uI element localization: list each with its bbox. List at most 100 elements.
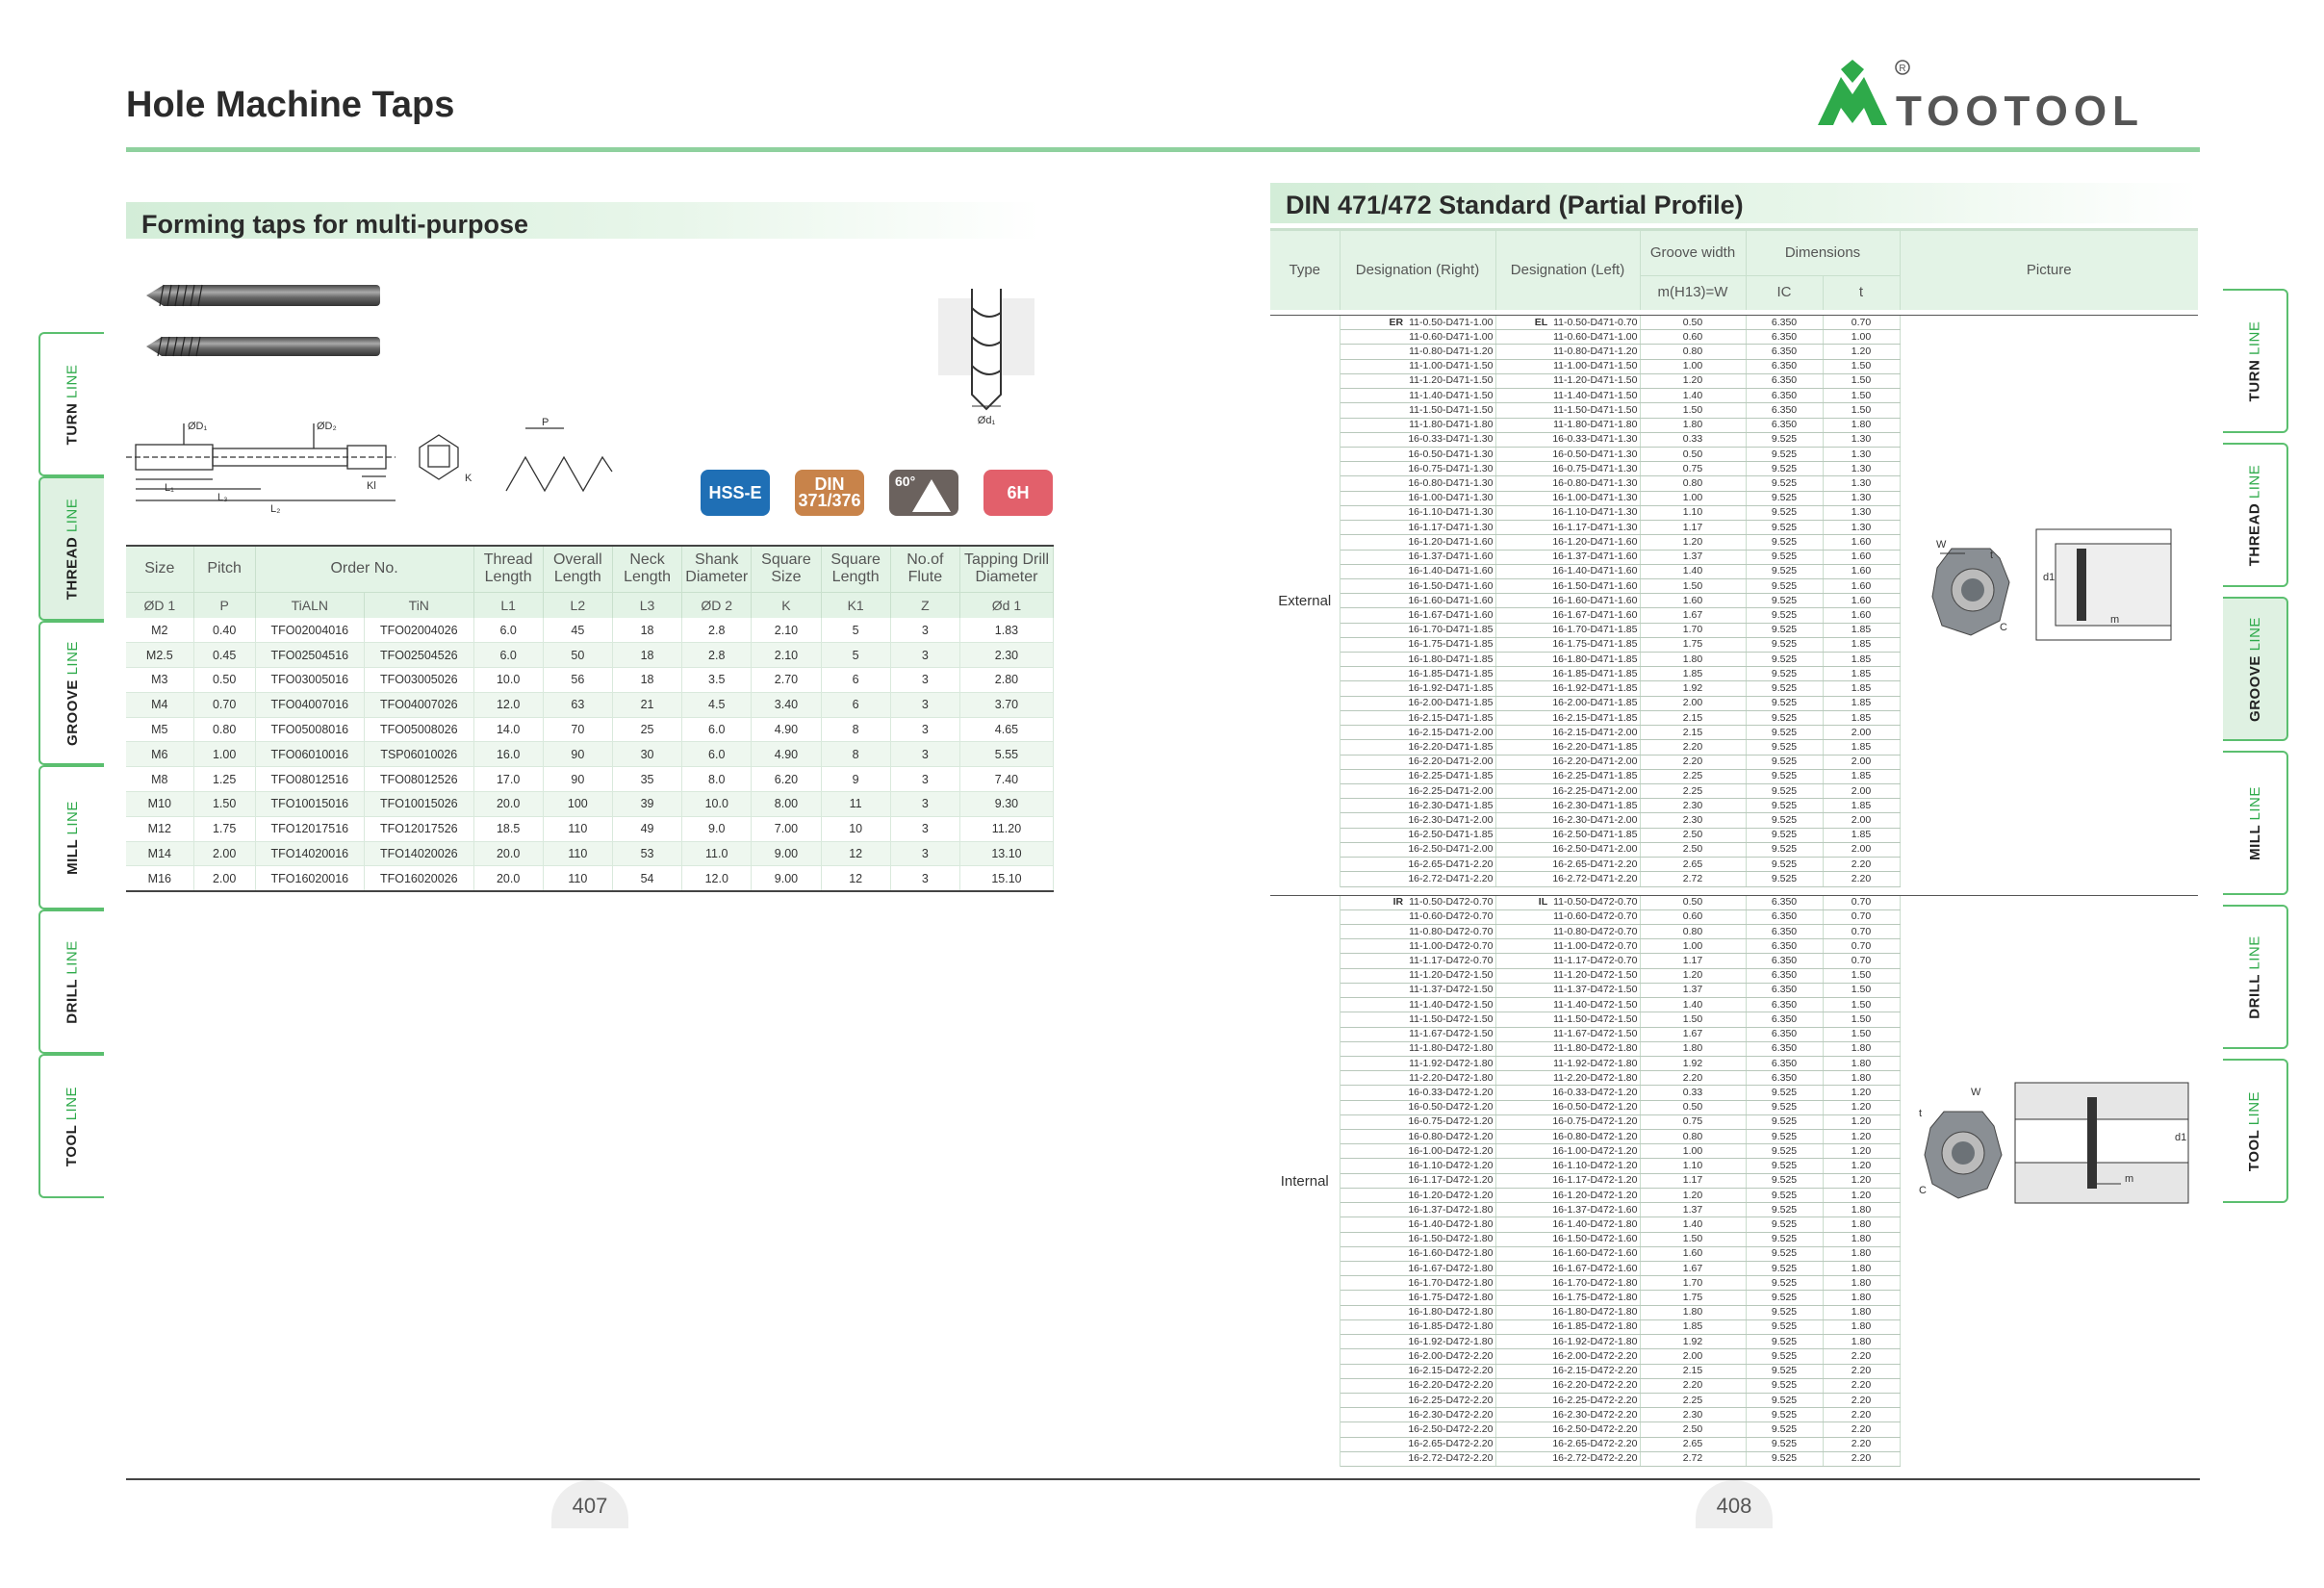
- table-cell: 16-2.00-D472-2.20: [1495, 1348, 1641, 1365]
- tab-thread-line-left[interactable]: THREAD LINE: [38, 476, 104, 621]
- table-cell: 11-1.80-D472-1.80: [1495, 1041, 1641, 1057]
- table-cell: M8: [126, 766, 194, 793]
- header-rule: [126, 147, 2200, 152]
- tab-turn-line-left[interactable]: TURN LINE: [38, 332, 104, 476]
- tab-thread-line-right[interactable]: THREAD LINE: [2223, 443, 2288, 587]
- tab-drill-line-right[interactable]: DRILL LINE: [2223, 905, 2288, 1049]
- table-cell: 1.92: [1640, 1056, 1747, 1072]
- table-cell: 1.00: [1823, 329, 1901, 346]
- table-cell: 0.70: [1823, 315, 1901, 331]
- table-cell: 1.00: [1640, 359, 1747, 374]
- designation-prefix: IR: [1392, 896, 1404, 909]
- table-cell: 9.525: [1746, 623, 1824, 638]
- table-cell: 1.30: [1823, 447, 1901, 463]
- table-cell: 10: [821, 816, 891, 842]
- table-cell: 1.20: [1640, 373, 1747, 390]
- table-cell: 2.10: [751, 642, 822, 669]
- table-cell: 16-0.80-D471-1.30: [1340, 475, 1496, 492]
- table-cell: 16-2.30-D471-2.00: [1340, 812, 1496, 829]
- table-cell: 16-1.40-D472-1.80: [1495, 1217, 1641, 1233]
- footer-rule: [126, 1478, 2200, 1480]
- table-cell: 2.00: [1640, 1348, 1747, 1365]
- table-cell: 1.80: [1640, 652, 1747, 668]
- table-cell: 1.30: [1823, 475, 1901, 492]
- table-cell: 16-1.85-D472-1.80: [1495, 1319, 1641, 1336]
- table-cell: 1.80: [1823, 1275, 1901, 1292]
- table-cell: 3: [890, 816, 960, 842]
- table-cell: 16-1.50-D471-1.60: [1495, 578, 1641, 595]
- table-cell: TFO06010016: [255, 741, 366, 768]
- table-cell: 0.70: [1823, 953, 1901, 969]
- tab-tool-line-left[interactable]: TOOL LINE: [38, 1054, 104, 1198]
- table-cell: 2.20: [1823, 1437, 1901, 1452]
- table-cell: 16-1.17-D471-1.30: [1495, 520, 1641, 536]
- table-cell: 16-0.80-D472-1.20: [1340, 1129, 1496, 1145]
- designation-value: 11-0.50-D471-1.00: [1409, 316, 1494, 328]
- table-cell: 1.37: [1640, 1202, 1747, 1218]
- table-cell: 16-1.80-D472-1.80: [1340, 1305, 1496, 1320]
- table-cell: 13.10: [959, 841, 1055, 867]
- table-row: M3 0.50 TFO03005016 TFO03005026 10.0 56 18 3.5 2…: [126, 667, 1055, 693]
- table-cell: 1.70: [1640, 1275, 1747, 1292]
- tab-turn-line-right[interactable]: TURN LINE: [2223, 289, 2288, 433]
- table-cell: 16-1.10-D471-1.30: [1340, 505, 1496, 522]
- table-cell: 11-1.67-D472-1.50: [1340, 1027, 1496, 1042]
- table-cell: 16-2.25-D472-2.20: [1340, 1393, 1496, 1409]
- tab-drill-line-left[interactable]: DRILL LINE: [38, 909, 104, 1054]
- table-cell: 110: [543, 816, 613, 842]
- table-cell: 1.60: [1823, 607, 1901, 624]
- tab-groove-line-right[interactable]: GROOVE LINE: [2223, 597, 2288, 741]
- table-cell: 2.80: [959, 667, 1055, 693]
- table-cell: TFO10015026: [364, 791, 474, 817]
- table-cell: 16-1.67-D472-1.80: [1340, 1261, 1496, 1277]
- table-row: M8 1.25 TFO08012516 TFO08012526 17.0 90 35 8.0 6…: [126, 766, 1055, 793]
- tab-groove-line-left[interactable]: GROOVE LINE: [38, 621, 104, 765]
- table-cell: 16-1.67-D472-1.60: [1495, 1261, 1641, 1277]
- table-cell: 11-0.80-D472-0.70: [1340, 924, 1496, 940]
- table-cell: 16-1.00-D472-1.20: [1495, 1143, 1641, 1160]
- table-cell: 1.17: [1640, 953, 1747, 969]
- table-cell: 6.350: [1746, 315, 1824, 331]
- table-cell: 16-2.50-D472-2.20: [1495, 1422, 1641, 1438]
- table-cell: 9.525: [1746, 491, 1824, 506]
- table-cell: 1.85: [1823, 769, 1901, 785]
- table-cell: 8.00: [751, 791, 822, 817]
- table-cell: 5: [821, 618, 891, 644]
- table-cell: 1.80: [1823, 1232, 1901, 1247]
- table-row: M6 1.00 TFO06010016 TSP06010026 16.0 90 30 6.0 4…: [126, 741, 1055, 768]
- table-cell: 0.33: [1640, 1085, 1747, 1101]
- table-cell: 9.525: [1746, 1275, 1824, 1292]
- badge-6h: 6H: [983, 470, 1053, 516]
- table-cell: 9.525: [1746, 534, 1824, 551]
- table-cell: 16-1.20-D472-1.20: [1495, 1188, 1641, 1204]
- table-cell: 9.525: [1746, 578, 1824, 595]
- table-cell: 70: [543, 717, 613, 743]
- kl-label: Kl: [367, 480, 376, 492]
- table-cell: 11-0.80-D472-0.70: [1495, 924, 1641, 940]
- tab-tool-line-right[interactable]: TOOL LINE: [2223, 1059, 2288, 1203]
- table-cell: 4.5: [681, 692, 753, 718]
- table-cell: 16-2.72-D471-2.20: [1495, 871, 1641, 887]
- table-cell: 9.525: [1746, 812, 1824, 829]
- table-cell: 1.50: [1823, 402, 1901, 419]
- table-cell: 11-1.50-D472-1.50: [1340, 1012, 1496, 1028]
- tab-mill-line-right[interactable]: MILL LINE: [2223, 751, 2288, 895]
- table-cell: 16-2.20-D471-2.00: [1340, 755, 1496, 770]
- table-cell: 90: [543, 741, 613, 768]
- table-cell: 1.20: [1823, 1143, 1901, 1160]
- table-cell: 16-1.75-D471-1.85: [1495, 637, 1641, 653]
- tab-mill-line-left[interactable]: MILL LINE: [38, 765, 104, 909]
- table-cell: 16-0.75-D472-1.20: [1495, 1114, 1641, 1131]
- table-cell: 3: [890, 667, 960, 693]
- table-cell: 16-1.10-D471-1.30: [1495, 505, 1641, 522]
- table-cell: 16-2.50-D471-2.00: [1495, 842, 1641, 858]
- table-cell: TFO05008026: [364, 717, 474, 743]
- table-cell: 0.33: [1640, 432, 1747, 448]
- designation-value: 11-0.50-D472-0.70: [1409, 896, 1494, 909]
- table-cell: 1.85: [1823, 696, 1901, 711]
- th-sub: TiALN: [255, 591, 366, 618]
- table-cell: 1.50: [1823, 388, 1901, 404]
- table-cell: 1.75: [1640, 1290, 1747, 1306]
- table-cell: 2.50: [1640, 1422, 1747, 1438]
- table-cell: 16-2.50-D471-1.85: [1495, 828, 1641, 843]
